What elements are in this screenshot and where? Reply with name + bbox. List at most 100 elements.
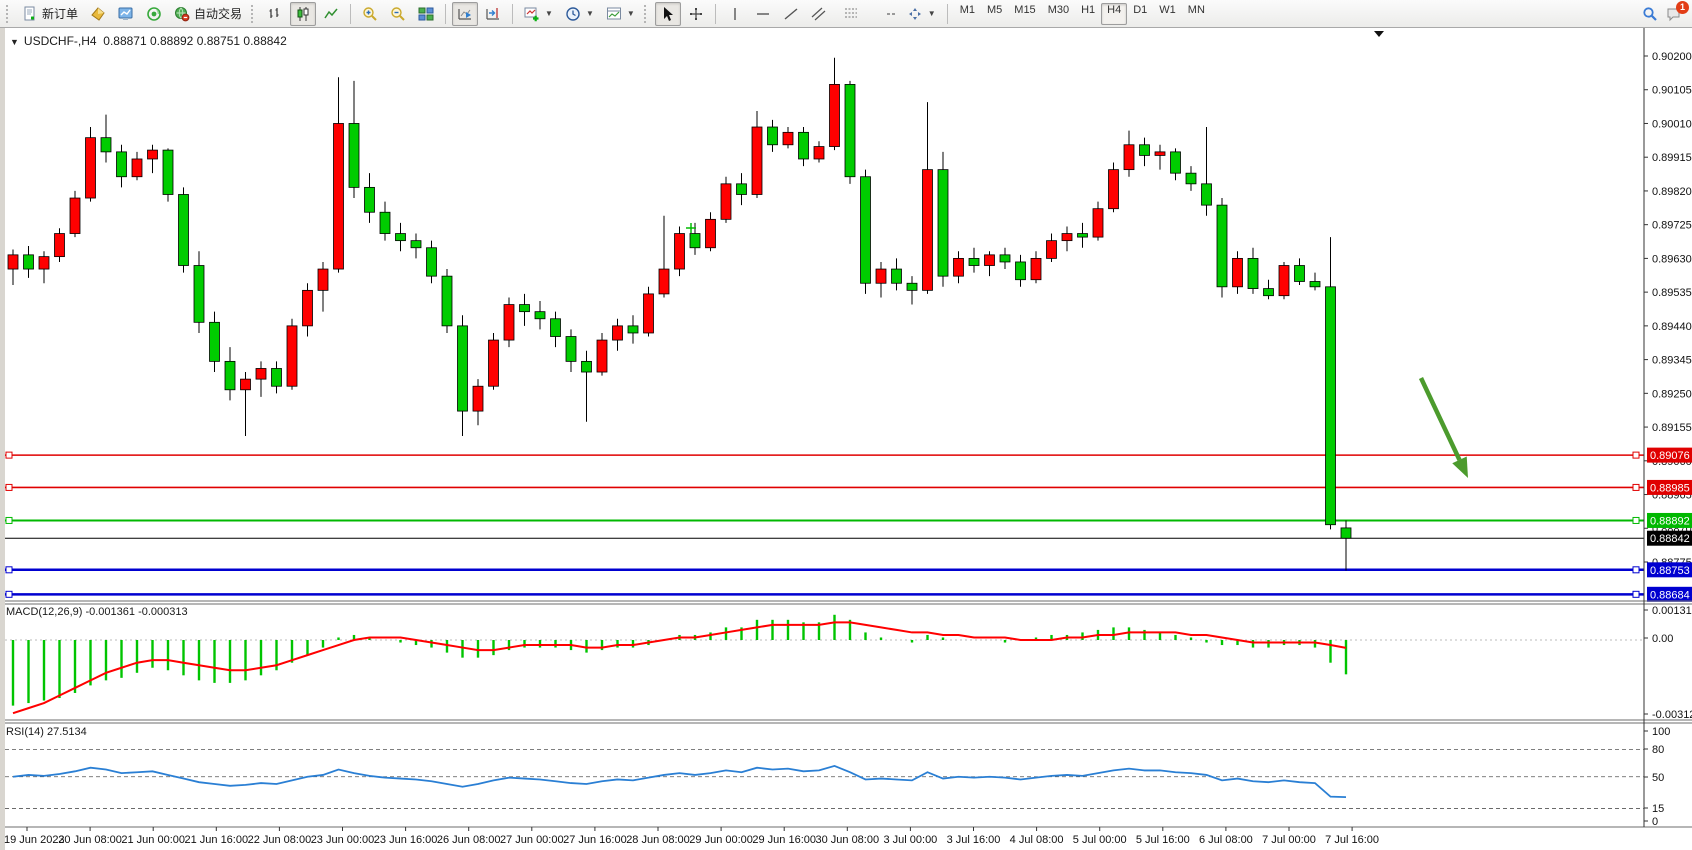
price-tick-label: 0.89915	[1652, 152, 1692, 164]
timeframe-button-m1[interactable]: M1	[954, 3, 981, 25]
candle	[349, 123, 359, 187]
toolbar-separator	[445, 4, 446, 24]
chart-canvas[interactable]: 0.902000.901050.900100.899150.898200.897…	[0, 28, 1692, 850]
price-tick-label: 0.90200	[1652, 51, 1692, 63]
timeframe-button-m30[interactable]: M30	[1042, 3, 1075, 25]
indicators-button[interactable]: ▼	[519, 2, 558, 26]
timeframe-button-m5[interactable]: M5	[981, 3, 1008, 25]
autotrade-button[interactable]: 自动交易	[169, 2, 247, 26]
time-tick-label: 21 Jun 00:00	[121, 834, 185, 846]
timeframe-button-mn[interactable]: MN	[1182, 3, 1211, 25]
autotrade-icon	[174, 6, 190, 22]
candle	[613, 326, 623, 340]
candle	[1124, 145, 1134, 170]
tip-button[interactable]	[85, 2, 111, 26]
candle	[1000, 255, 1010, 262]
text-label-tool-button[interactable]	[882, 2, 900, 26]
chat-button[interactable]: 1	[1666, 6, 1682, 22]
macd-indicator-label: MACD(12,26,9) -0.001361 -0.000313	[6, 606, 188, 618]
chart-title-caret-icon[interactable]: ▼	[10, 37, 19, 47]
periods-button[interactable]: ▼	[560, 2, 599, 26]
cursor-icon	[660, 6, 676, 22]
auto-scroll-button[interactable]	[452, 2, 478, 26]
horizontal-line-icon	[755, 6, 771, 22]
text-tool-button[interactable]	[870, 2, 880, 26]
rsi-indicator-label: RSI(14) 27.5134	[6, 726, 87, 738]
price-badge-0.88684: 0.88684	[1647, 587, 1692, 602]
candle	[287, 326, 297, 386]
timeframe-button-w1[interactable]: W1	[1153, 3, 1182, 25]
price-tick-label: 0.89820	[1652, 186, 1692, 198]
timeframe-button-h4[interactable]: H4	[1101, 3, 1127, 25]
time-tick-label: 6 Jul 08:00	[1199, 834, 1253, 846]
fibonacci-tool-button[interactable]	[838, 2, 868, 26]
candlestick-button[interactable]	[290, 2, 316, 26]
rsi-axis-label: 100	[1652, 726, 1670, 738]
time-tick-label: 23 Jun 00:00	[311, 834, 375, 846]
time-tick-label: 7 Jul 16:00	[1325, 834, 1379, 846]
timeframe-button-h1[interactable]: H1	[1075, 3, 1101, 25]
line-chart-button[interactable]	[318, 2, 344, 26]
chart-window[interactable]: 0.902000.901050.900100.899150.898200.897…	[0, 28, 1692, 850]
broadcast-button[interactable]	[141, 2, 167, 26]
bar-chart-button[interactable]	[262, 2, 288, 26]
time-tick-label: 30 Jun 08:00	[815, 834, 879, 846]
candle	[1310, 281, 1320, 286]
tip-icon	[90, 6, 106, 22]
candle	[365, 187, 375, 212]
rsi-axis-label: 0	[1652, 816, 1658, 828]
candle	[737, 184, 747, 195]
price-tick-label: 0.89630	[1652, 253, 1692, 265]
toolbar-separator	[715, 4, 716, 24]
cursor-tool-button[interactable]	[655, 2, 681, 26]
candle	[8, 255, 18, 269]
candle	[411, 241, 421, 248]
horizontal-line-tool-button[interactable]	[750, 2, 776, 26]
chart-shift-button[interactable]	[480, 2, 506, 26]
templates-button[interactable]: ▼	[601, 2, 640, 26]
line-handle	[6, 517, 12, 523]
search-icon[interactable]	[1642, 6, 1658, 22]
candle	[24, 255, 34, 269]
zoom-in-button[interactable]	[357, 2, 383, 26]
candle	[1031, 258, 1041, 279]
new-order-button[interactable]: 新订单	[17, 2, 83, 26]
text-label-icon	[887, 13, 895, 15]
candle	[535, 312, 545, 319]
candle	[1140, 145, 1150, 156]
vertical-line-tool-button[interactable]	[722, 2, 748, 26]
timeframe-button-m15[interactable]: M15	[1008, 3, 1041, 25]
chart-symbol-label: USDCHF-,H4	[24, 34, 97, 48]
svg-text:0.88842: 0.88842	[1650, 533, 1690, 545]
channel-tool-button[interactable]	[806, 2, 836, 26]
new-order-label: 新订单	[42, 5, 78, 22]
candle	[334, 123, 344, 269]
toolbar-separator	[350, 4, 351, 24]
zoom-out-icon	[390, 6, 406, 22]
crosshair-tool-button[interactable]	[683, 2, 709, 26]
time-tick-label: 3 Jul 16:00	[947, 834, 1001, 846]
candle	[132, 159, 142, 177]
arrows-tool-button[interactable]: ▼	[902, 2, 941, 26]
tile-windows-button[interactable]	[413, 2, 439, 26]
notification-badge: 1	[1676, 1, 1689, 14]
chart-window-button[interactable]	[113, 2, 139, 26]
candle	[954, 258, 964, 276]
chart-shift-icon	[485, 6, 501, 22]
price-tick-label: 0.89725	[1652, 220, 1692, 232]
macd-axis-label: 0.001317	[1652, 605, 1692, 617]
trendline-tool-button[interactable]	[778, 2, 804, 26]
candle	[504, 305, 514, 341]
timeframe-button-d1[interactable]: D1	[1127, 3, 1153, 25]
candle	[1279, 266, 1289, 296]
candle	[1264, 289, 1274, 296]
candle	[938, 170, 948, 277]
time-tick-label: 4 Jul 08:00	[1010, 834, 1064, 846]
candle	[721, 184, 731, 220]
line-handle	[1633, 591, 1639, 597]
candle	[1186, 173, 1196, 184]
zoom-out-button[interactable]	[385, 2, 411, 26]
candle	[520, 305, 530, 312]
toolbar: 新订单 自动交易	[0, 0, 1692, 28]
candle	[1016, 262, 1026, 280]
